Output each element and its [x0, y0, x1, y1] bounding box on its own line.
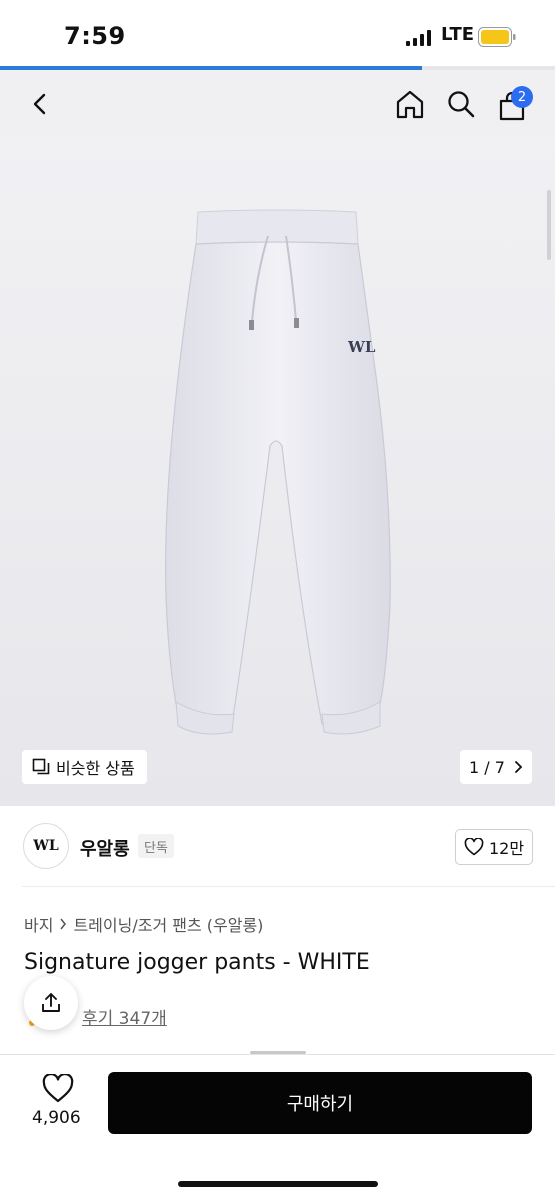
breadcrumb-chevron-icon [60, 918, 67, 930]
similar-products-button[interactable]: 비슷한 상품 [22, 750, 147, 784]
share-icon [42, 993, 60, 1012]
breadcrumb-child[interactable]: 트레이닝/조거 팬츠 (우알롱) [73, 912, 263, 936]
product-title: Signature jogger pants - WHITE [24, 950, 370, 975]
buy-button[interactable]: 구매하기 [108, 1072, 532, 1134]
breadcrumb-parent[interactable]: 바지 [24, 912, 53, 936]
similar-icon [32, 758, 50, 775]
battery-icon [478, 27, 516, 47]
wishlist-count: 4,906 [32, 1108, 81, 1128]
brand-like-button[interactable]: 12만 [455, 829, 533, 865]
signal-icon [406, 30, 431, 46]
jogger-pants-image: WL [164, 209, 391, 735]
cart-count-badge: 2 [511, 86, 533, 108]
brand-like-count: 12만 [488, 839, 525, 858]
brand-name[interactable]: 우알롱 [80, 835, 130, 861]
image-counter: 1 / 7 [469, 757, 505, 777]
chevron-left-icon [33, 93, 46, 115]
scroll-indicator [547, 190, 551, 260]
breadcrumb: 바지 트레이닝/조거 팬츠 (우알롱) [24, 912, 263, 936]
review-link[interactable]: 후기 347개 [82, 1004, 167, 1029]
network-label: LTE [441, 24, 475, 45]
home-icon [396, 90, 424, 119]
back-button[interactable] [22, 86, 58, 122]
exclusive-tag: 단독 [138, 834, 174, 858]
image-counter-button[interactable]: 1 / 7 [460, 750, 532, 784]
search-icon [448, 91, 475, 118]
divider [22, 886, 555, 887]
search-button[interactable] [443, 86, 479, 122]
similar-products-label: 비슷한 상품 [56, 759, 135, 778]
heart-icon [464, 838, 484, 856]
share-button[interactable] [24, 976, 78, 1030]
svg-text:WL: WL [347, 338, 376, 356]
status-time: 7:59 [64, 22, 126, 50]
product-image[interactable]: WL [0, 136, 555, 806]
home-button[interactable] [392, 86, 428, 122]
heart-icon [42, 1072, 74, 1103]
brand-logo[interactable]: WL [23, 823, 69, 869]
chevron-right-icon [515, 761, 523, 773]
home-indicator [178, 1181, 378, 1187]
wishlist-button[interactable] [42, 1072, 74, 1104]
